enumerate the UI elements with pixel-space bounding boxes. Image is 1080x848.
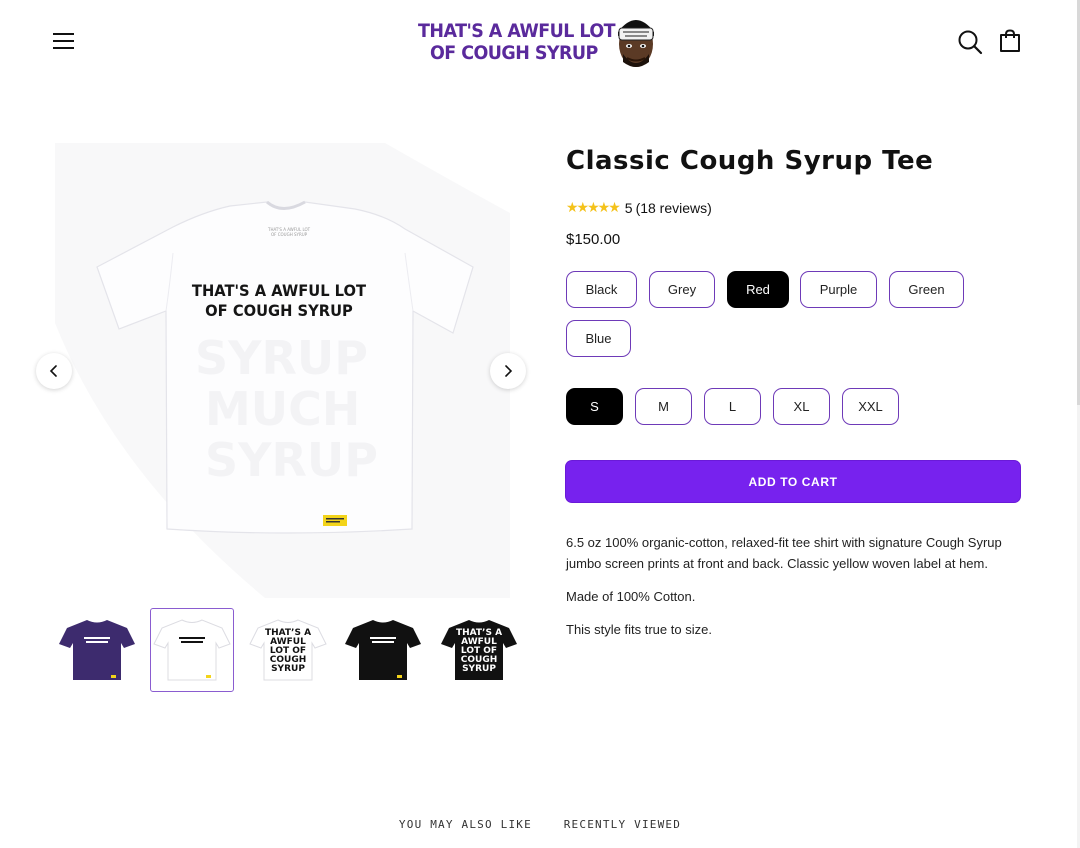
color-option-blue[interactable]: Blue [566, 320, 631, 357]
color-option-green[interactable]: Green [889, 271, 964, 308]
tee-thumbnail-image [345, 620, 421, 680]
shirt-print-line-1: THAT'S A AWFUL LOT [192, 281, 367, 300]
color-option-purple[interactable]: Purple [800, 271, 877, 308]
svg-text:SYRUP: SYRUP [195, 331, 368, 385]
size-option-xl[interactable]: XL [773, 388, 830, 425]
logo-wordmark: THAT'S A AWFUL LOT OF COUGH SYRUP [418, 20, 616, 64]
tab-recently-viewed[interactable]: RECENTLY VIEWED [564, 818, 681, 831]
chevron-right-icon [505, 365, 513, 377]
add-to-cart-button[interactable]: ADD TO CART [566, 461, 1020, 502]
search-button[interactable] [957, 29, 983, 55]
chevron-left-icon [49, 365, 57, 377]
shirt-print-line-2: OF COUGH SYRUP [205, 301, 353, 320]
logo-line-2: OF COUGH SYRUP [429, 42, 598, 64]
rating-value: 5 [624, 199, 633, 216]
product-rating[interactable]: ★★★★★ 5 (18 reviews) [566, 199, 712, 216]
color-option-grey[interactable]: Grey [649, 271, 715, 308]
tab-you-may-also-like[interactable]: YOU MAY ALSO LIKE [399, 818, 532, 831]
svg-text:SYRUP: SYRUP [205, 433, 378, 487]
thumbnail-5[interactable]: THAT’S A AWFUL LOT OF COUGH SYRUP [437, 608, 521, 692]
logo-line-1: THAT'S A AWFUL LOT [418, 20, 616, 42]
product-description: 6.5 oz 100% organic-cotton, relaxed-fit … [566, 535, 1002, 571]
tee-thumbnail-image [59, 620, 135, 680]
hamburger-line [53, 40, 74, 42]
thumbnail-1[interactable] [55, 608, 139, 692]
shopping-bag-icon [1000, 29, 1020, 52]
star-rating-icons: ★★★★★ [566, 199, 621, 215]
product-material: Made of 100% Cotton. [566, 589, 696, 604]
svg-text:OF COUGH SYRUP: OF COUGH SYRUP [271, 232, 308, 237]
thumbnail-4[interactable] [341, 608, 425, 692]
cart-button[interactable] [998, 29, 1022, 53]
hamburger-menu-icon [53, 33, 74, 35]
product-title: Classic Cough Syrup Tee [566, 146, 934, 176]
logo-face-icon [618, 20, 654, 67]
review-count[interactable]: (18 reviews) [636, 200, 712, 216]
tee-thumbnail-image: THAT’S AAWFULLOT OFCOUGHSYRUP [249, 619, 327, 681]
white-tee-image: THAT'S A AWFUL LOT OF COUGH SYRUP SYRUP … [55, 143, 510, 598]
thumbnail-strip: THAT’S A AWFUL LOT OF COUGH SYRUP THAT’S A AW… [55, 608, 525, 694]
size-option-xxl[interactable]: XXL [842, 388, 899, 425]
svg-text:MUCH: MUCH [205, 382, 360, 436]
size-option-m[interactable]: M [635, 388, 692, 425]
svg-text:SYRUP: SYRUP [271, 664, 305, 674]
svg-text:SYRUP: SYRUP [462, 664, 496, 674]
color-option-red[interactable]: Red [727, 271, 789, 308]
main-product-image[interactable]: THAT'S A AWFUL LOT OF COUGH SYRUP SYRUP … [55, 143, 510, 598]
store-logo[interactable]: THAT'S A AWFUL LOT OF COUGH SYRUP [418, 8, 662, 74]
tee-thumbnail-image [153, 619, 231, 681]
previous-image-button[interactable] [36, 353, 72, 389]
hamburger-line [53, 47, 74, 49]
size-option-l[interactable]: L [704, 388, 761, 425]
size-option-s[interactable]: S [566, 388, 623, 425]
recommendation-tabs: YOU MAY ALSO LIKE RECENTLY VIEWED [0, 818, 1080, 831]
product-price: $150.00 [566, 231, 621, 248]
product-fit-note: This style fits true to size. [566, 622, 712, 637]
color-option-black[interactable]: Black [566, 271, 637, 308]
search-icon [958, 30, 983, 55]
menu-button[interactable] [52, 30, 76, 52]
tee-thumbnail-image: THAT’S AAWFULLOT OFCOUGHSYRUP [441, 620, 517, 680]
thumbnail-2[interactable] [150, 608, 234, 692]
thumbnail-3[interactable]: THAT’S A AWFUL LOT OF COUGH SYRUP [246, 608, 330, 692]
next-image-button[interactable] [490, 353, 526, 389]
